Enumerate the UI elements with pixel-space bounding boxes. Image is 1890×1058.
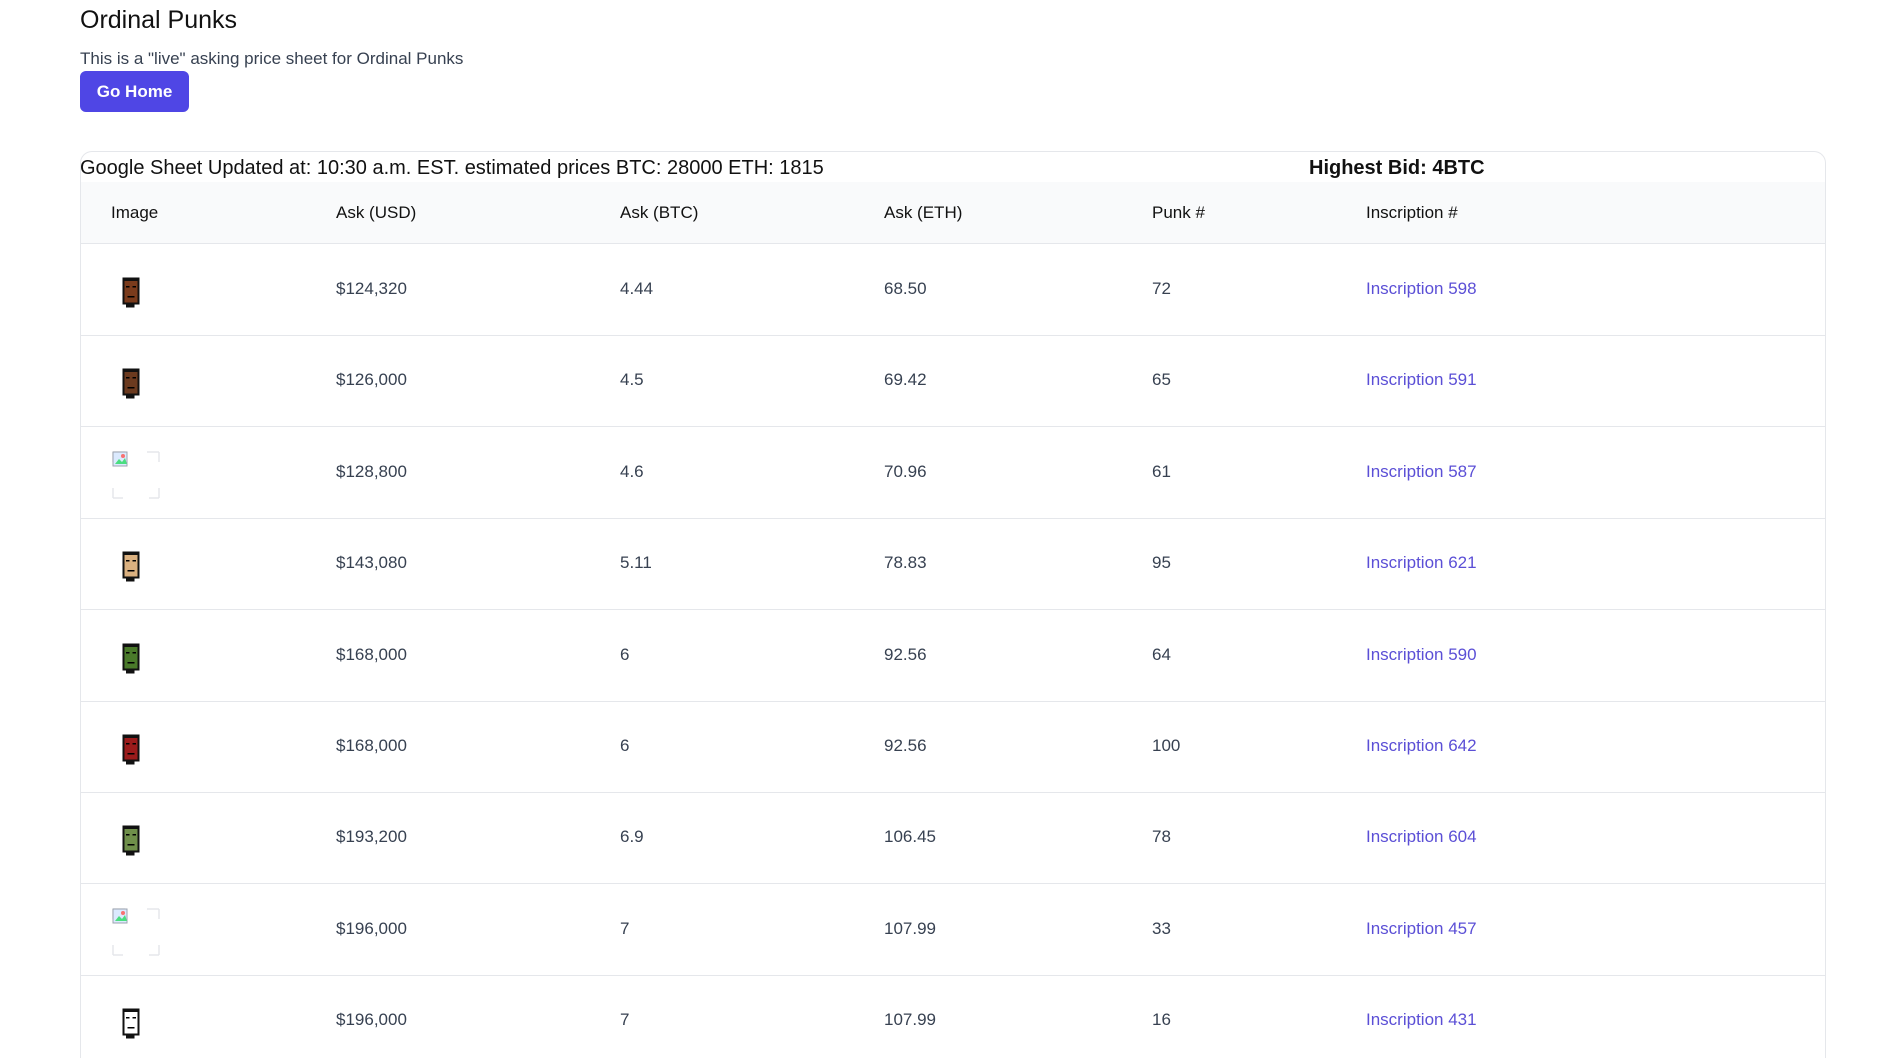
- table-row: $128,800 4.6 70.96 61 Inscription 587: [81, 428, 1825, 519]
- column-header-ask-btc: Ask (BTC): [620, 203, 699, 222]
- ask-eth-cell: 78.83: [884, 553, 927, 573]
- punk-outline-icon: [111, 1002, 151, 1042]
- inscription-link[interactable]: Inscription 457: [1366, 919, 1477, 939]
- ask-usd-cell: $124,320: [336, 279, 407, 298]
- ask-usd-cell: $168,000: [336, 644, 407, 664]
- punk-zombie-hood-icon: [111, 819, 151, 859]
- highest-bid: Highest Bid: 4BTC: [1309, 157, 1485, 179]
- ask-btc-cell: 6: [620, 736, 630, 755]
- inscription-link[interactable]: Inscription 604: [1366, 827, 1477, 847]
- inscription-link[interactable]: Inscription 431: [1366, 1010, 1477, 1030]
- page-subtitle: This is a "live" asking price sheet for …: [80, 49, 464, 68]
- ask-usd-cell: $143,080: [336, 553, 407, 573]
- ask-btc-cell: 7: [620, 918, 630, 938]
- ask-btc-cell: 4.44: [620, 279, 654, 298]
- column-header-inscription-number: Inscription #: [1366, 203, 1458, 222]
- table-row: $168,000 6 92.56 64 Inscription 590: [81, 611, 1825, 702]
- ask-usd-cell: $196,000: [336, 918, 407, 938]
- ask-usd-cell: $168,000: [336, 736, 407, 755]
- punk-male-cap-icon: [111, 362, 151, 402]
- table-row: $196,000 7 107.99 33 Inscription 457: [81, 885, 1825, 976]
- table-row: $124,320 4.44 68.50 72 Inscription 598: [81, 245, 1825, 336]
- inscription-link[interactable]: Inscription 587: [1366, 462, 1477, 482]
- column-header-ask-eth: Ask (ETH): [884, 203, 963, 222]
- inscription-link[interactable]: Inscription 598: [1366, 279, 1477, 299]
- ask-usd-cell: $193,200: [336, 827, 407, 847]
- ask-eth-cell: 107.99: [884, 1010, 936, 1030]
- sheet-updated-text: Google Sheet Updated at: 10:30 a.m. EST.…: [80, 157, 824, 179]
- punk-number-cell: 33: [1152, 918, 1171, 938]
- table-row: $193,200 6.9 106.45 78 Inscription 604: [81, 793, 1825, 885]
- ask-btc-cell: 5.11: [620, 553, 652, 573]
- ask-eth-cell: 68.50: [884, 279, 927, 298]
- broken-image-icon: [111, 450, 161, 500]
- punk-number-cell: 16: [1152, 1010, 1171, 1030]
- column-header-image: Image: [111, 203, 159, 222]
- punk-number-cell: 100: [1152, 736, 1181, 755]
- punk-number-cell: 95: [1152, 553, 1171, 573]
- inscription-link[interactable]: Inscription 590: [1366, 645, 1477, 665]
- column-header-punk-number: Punk #: [1152, 203, 1205, 222]
- ask-btc-cell: 4.5: [620, 370, 644, 390]
- ask-btc-cell: 6: [620, 644, 630, 664]
- punk-zombie-hair-icon: [111, 637, 151, 677]
- ask-btc-cell: 6.9: [620, 827, 644, 847]
- go-home-button[interactable]: Go Home: [80, 71, 189, 112]
- ask-usd-cell: $126,000: [336, 370, 407, 390]
- table-header: Image Ask (USD) Ask (BTC) Ask (ETH) Punk…: [81, 182, 1825, 244]
- punk-number-cell: 65: [1152, 370, 1171, 390]
- inscription-link[interactable]: Inscription 621: [1366, 553, 1477, 573]
- ask-eth-cell: 92.56: [884, 644, 927, 664]
- table-row: $143,080 5.11 78.83 95 Inscription 621: [81, 519, 1825, 611]
- punk-number-cell: 61: [1152, 461, 1171, 481]
- broken-image-icon: [111, 907, 161, 957]
- table-row: $126,000 4.5 69.42 65 Inscription 591: [81, 336, 1825, 428]
- inscription-link[interactable]: Inscription 591: [1366, 370, 1477, 390]
- page-title: Ordinal Punks: [80, 6, 238, 34]
- ask-usd-cell: $196,000: [336, 1010, 407, 1030]
- ask-eth-cell: 106.45: [884, 827, 936, 847]
- punk-number-cell: 78: [1152, 827, 1171, 847]
- inscription-link[interactable]: Inscription 642: [1366, 736, 1477, 756]
- punk-female-dark-hair-icon: [111, 271, 151, 311]
- ask-usd-cell: $128,800: [336, 461, 407, 481]
- punk-red-cowboy-icon: [111, 728, 151, 768]
- table-row: $168,000 6 92.56 100 Inscription 642: [81, 702, 1825, 793]
- column-header-ask-usd: Ask (USD): [336, 203, 417, 222]
- ask-eth-cell: 107.99: [884, 918, 936, 938]
- table-row: $196,000 7 107.99 16 Inscription 431: [81, 976, 1825, 1058]
- punk-number-cell: 64: [1152, 644, 1171, 664]
- ask-eth-cell: 69.42: [884, 370, 927, 390]
- ask-btc-cell: 7: [620, 1010, 630, 1030]
- punk-bald-pipe-icon: [111, 545, 151, 585]
- ask-eth-cell: 92.56: [884, 736, 927, 755]
- ask-btc-cell: 4.6: [620, 461, 644, 481]
- ask-eth-cell: 70.96: [884, 461, 927, 481]
- punk-number-cell: 72: [1152, 279, 1171, 298]
